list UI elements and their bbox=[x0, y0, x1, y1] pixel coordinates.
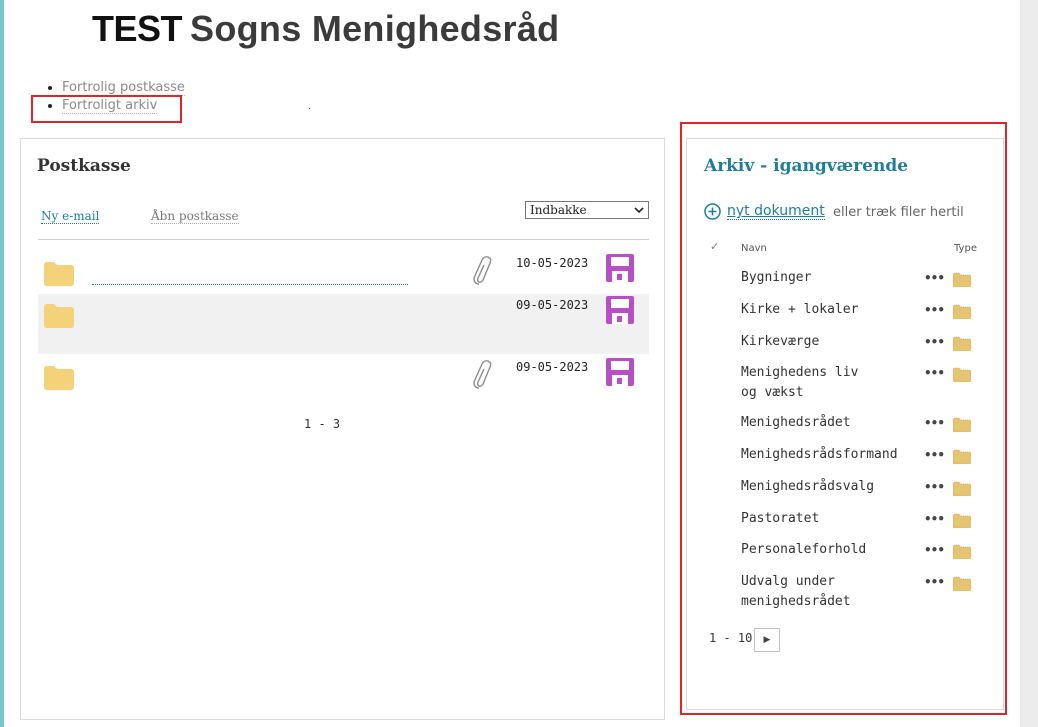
folder-icon bbox=[44, 364, 74, 394]
mail-date: 10-05-2023 bbox=[516, 256, 589, 270]
open-mailbox-link[interactable]: Åbn postkasse bbox=[151, 209, 239, 224]
highlight-box-archive-panel bbox=[680, 122, 1007, 715]
mailbox-panel: Postkasse Ny e-mail Åbn postkasse Indbak… bbox=[20, 138, 665, 720]
paperclip-icon bbox=[470, 254, 496, 292]
save-icon[interactable] bbox=[606, 296, 634, 328]
left-accent-bar bbox=[0, 0, 4, 727]
mail-date: 09-05-2023 bbox=[516, 360, 589, 374]
site-title: TEST Sogns Menighedsråd bbox=[92, 8, 559, 50]
page-scrollbar-track[interactable] bbox=[1020, 0, 1038, 727]
chevron-down-icon bbox=[633, 204, 645, 219]
mailbox-title: Postkasse bbox=[37, 156, 131, 176]
mail-row[interactable]: 09-05-2023 bbox=[38, 294, 649, 354]
link-confidential-mailbox[interactable]: Fortrolig postkasse bbox=[62, 80, 185, 96]
paperclip-icon bbox=[470, 358, 496, 396]
parish-name: Sogns Menighedsråd bbox=[190, 8, 560, 49]
folder-icon bbox=[44, 260, 74, 290]
new-email-link[interactable]: Ny e-mail bbox=[41, 209, 100, 224]
mail-date: 09-05-2023 bbox=[516, 298, 589, 312]
folder-icon bbox=[44, 302, 74, 332]
stray-dot bbox=[309, 108, 310, 109]
save-icon[interactable] bbox=[606, 254, 634, 286]
mailbox-pager: 1 - 3 bbox=[304, 417, 341, 431]
mail-row[interactable]: 09-05-2023 bbox=[38, 356, 649, 416]
mail-folder-selected: Indbakke bbox=[530, 203, 587, 217]
site-brand: TEST bbox=[92, 8, 183, 49]
mail-folder-select[interactable]: Indbakke bbox=[525, 201, 649, 219]
save-icon[interactable] bbox=[606, 358, 634, 390]
mailbox-divider bbox=[38, 239, 649, 240]
mail-subject-link[interactable] bbox=[92, 284, 408, 285]
highlight-box-archive-link bbox=[31, 95, 182, 123]
